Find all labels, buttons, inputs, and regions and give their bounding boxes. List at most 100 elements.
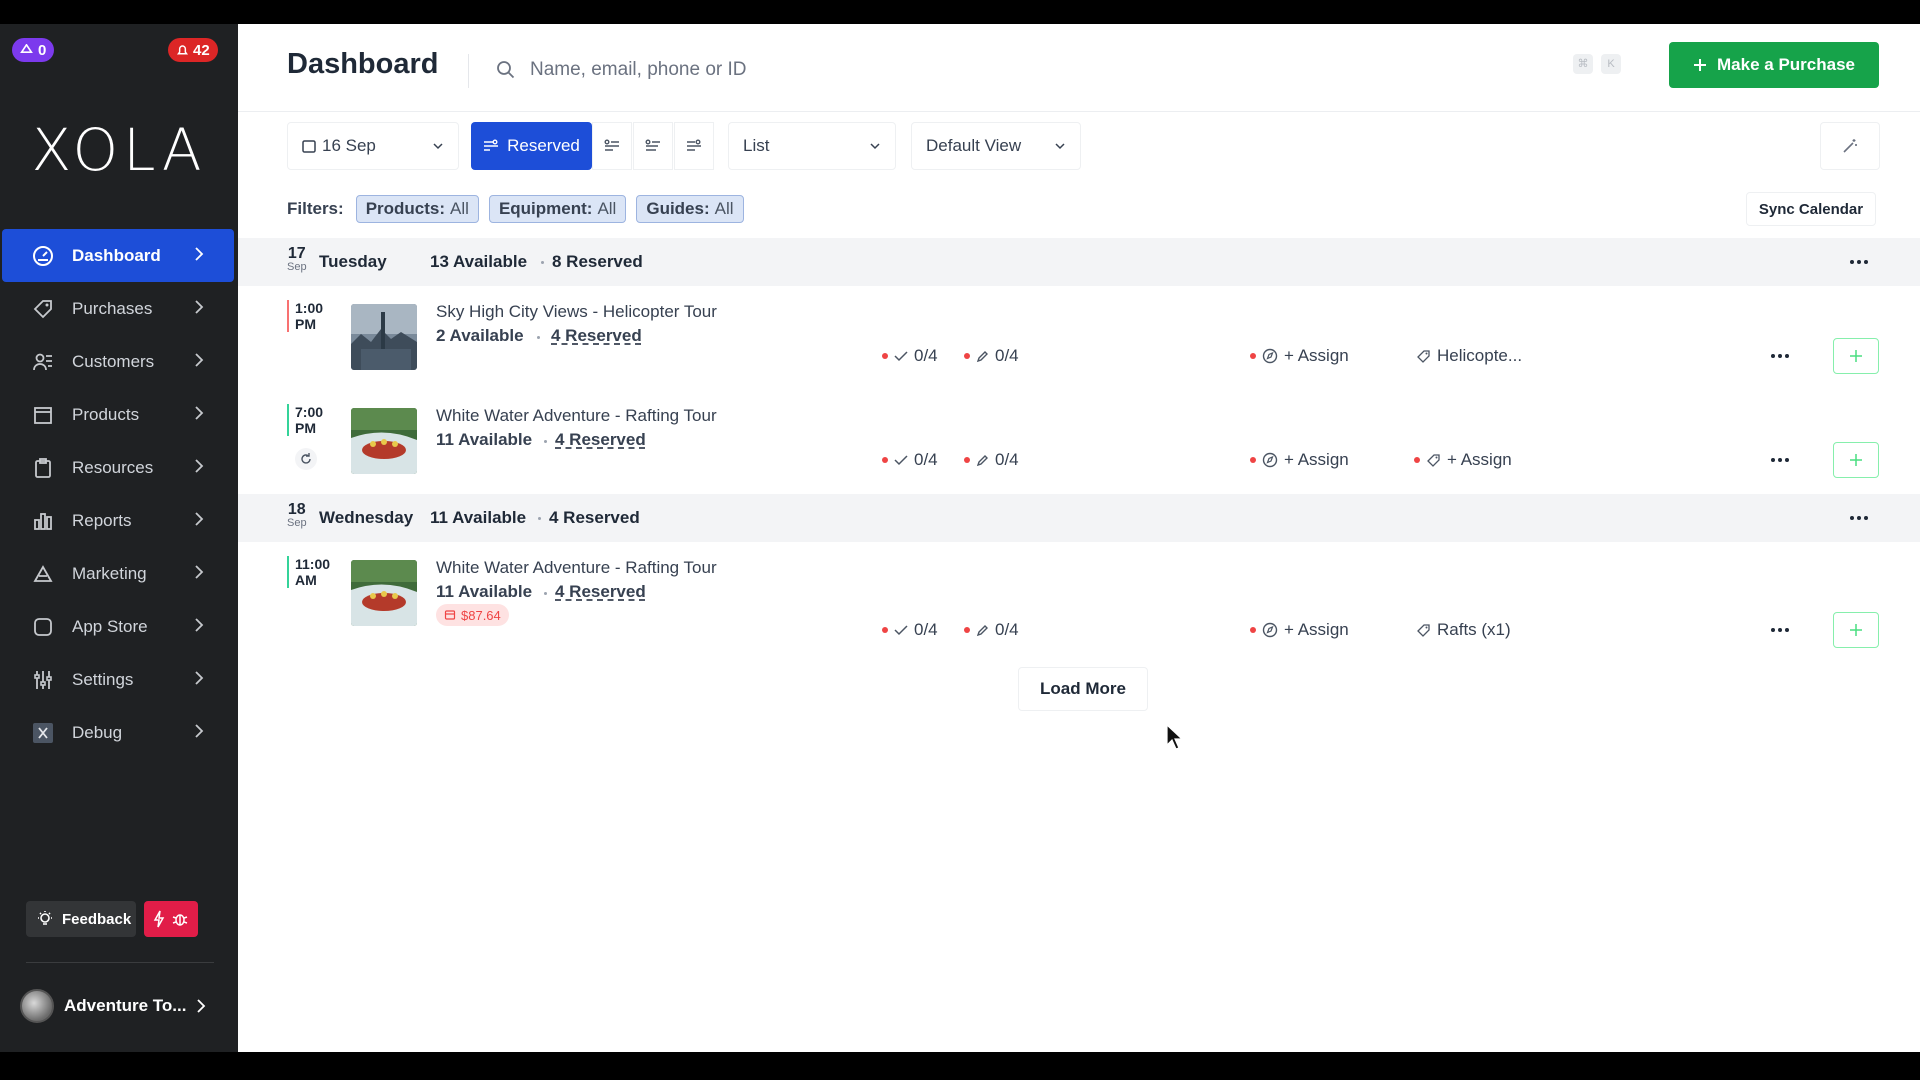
day-date: 17 Sep — [287, 246, 307, 273]
sidebar-item-products[interactable]: Products — [2, 388, 234, 441]
assign-guide-label: + Assign — [1284, 620, 1349, 639]
sidebar-item-customers[interactable]: Customers — [2, 335, 234, 388]
day-more-button[interactable] — [1844, 508, 1874, 528]
status-dot — [1250, 353, 1256, 359]
xola-logo[interactable]: XOLA — [0, 116, 238, 184]
filter-option-button-3[interactable] — [674, 122, 714, 170]
event-more-button[interactable] — [1765, 450, 1795, 470]
load-more-button[interactable]: Load More — [1018, 667, 1148, 711]
event-available: 11 Available — [436, 582, 533, 601]
users-icon — [30, 351, 56, 373]
sidebar-item-settings[interactable]: Settings — [2, 653, 234, 706]
filter-option-button-2[interactable] — [633, 122, 673, 170]
check-in-count: 0/4 — [914, 450, 938, 469]
alerts-badge[interactable]: 42 — [168, 38, 218, 62]
sidebar-item-dashboard[interactable]: Dashboard — [2, 229, 234, 282]
saved-view-dropdown[interactable]: Default View — [911, 122, 1081, 170]
list-item[interactable]: 11:00 AM White Water Adventure - Rafting… — [238, 542, 1920, 648]
notifications-badge[interactable]: 0 — [12, 38, 55, 62]
search-input[interactable] — [530, 59, 1230, 81]
list-item[interactable]: 1:00 PM Sky High City Views - Helicopter… — [238, 286, 1920, 386]
event-title[interactable]: White Water Adventure - Rafting Tour — [436, 406, 717, 426]
sidebar-item-resources[interactable]: Resources — [2, 441, 234, 494]
filter-option-button-1[interactable] — [592, 122, 632, 170]
status-dot — [1414, 457, 1420, 463]
alert-bell-icon — [176, 44, 189, 54]
day-header: 18 Sep Wednesday 11 Available 4 Reserved — [238, 494, 1920, 542]
filter-chip-equipment[interactable]: Equipment: All — [488, 195, 627, 223]
equipment-assignment[interactable]: Rafts (x1) — [1416, 620, 1511, 640]
filters-bar: Filters: Products: All Equipment: All Guid… — [287, 195, 744, 223]
account-switcher[interactable]: Adventure To... — [20, 986, 230, 1026]
event-reserved-link[interactable]: 4 Reserved — [555, 582, 646, 602]
assign-guide-button[interactable]: + Assign — [1250, 346, 1349, 366]
check-in-status[interactable]: 0/4 — [882, 450, 938, 470]
waiver-status[interactable]: 0/4 — [964, 346, 1019, 366]
sidebar-item-label: Reports — [72, 510, 132, 530]
add-booking-button[interactable] — [1833, 338, 1879, 374]
pencil-icon — [976, 454, 988, 466]
chevron-right-icon — [195, 247, 204, 261]
list-item[interactable]: 7:00 PM White Water Adventure - Rafting … — [238, 390, 1920, 490]
event-reserved-link[interactable]: 4 Reserved — [551, 326, 642, 346]
equipment-label: Rafts (x1) — [1437, 620, 1511, 639]
day-reserved: 8 Reserved — [552, 252, 643, 271]
filter-chip-guides[interactable]: Guides: All — [636, 195, 744, 223]
notifications-count: 0 — [38, 41, 47, 59]
sidebar-item-app-store[interactable]: App Store — [2, 600, 234, 653]
event-time-value: 7:00 — [295, 404, 324, 420]
equipment-assignment[interactable]: Helicopte... — [1416, 346, 1522, 366]
compass-icon — [1262, 452, 1278, 468]
report-bug-button[interactable] — [144, 901, 198, 937]
event-title[interactable]: Sky High City Views - Helicopter Tour — [436, 302, 717, 322]
list-filter-icon — [645, 139, 660, 151]
magic-wand-button[interactable] — [1820, 122, 1880, 170]
status-dot — [882, 627, 888, 633]
search-icon — [497, 61, 515, 79]
sidebar-item-marketing[interactable]: Marketing — [2, 547, 234, 600]
assign-guide-button[interactable]: + Assign — [1250, 450, 1349, 470]
add-booking-button[interactable] — [1833, 442, 1879, 478]
chip-key: Equipment: — [498, 199, 593, 218]
filter-lines-icon — [484, 139, 499, 151]
waiver-count: 0/4 — [995, 346, 1019, 365]
add-booking-button[interactable] — [1833, 612, 1879, 648]
waiver-status[interactable]: 0/4 — [964, 450, 1019, 470]
check-in-status[interactable]: 0/4 — [882, 620, 938, 640]
make-purchase-button[interactable]: Make a Purchase — [1669, 42, 1879, 88]
date-picker[interactable]: 16 Sep — [287, 122, 459, 170]
filters-label: Filters: — [287, 199, 344, 218]
sidebar-item-reports[interactable]: Reports — [2, 494, 234, 547]
sidebar-item-label: Purchases — [72, 298, 153, 318]
event-title[interactable]: White Water Adventure - Rafting Tour — [436, 558, 717, 578]
chevron-right-icon — [195, 618, 204, 632]
event-reserved-link[interactable]: 4 Reserved — [555, 430, 646, 450]
event-more-button[interactable] — [1765, 620, 1795, 640]
event-time: 1:00 PM — [287, 300, 323, 332]
day-name: Wednesday — [319, 508, 414, 527]
assign-guide-button[interactable]: + Assign — [1250, 620, 1349, 640]
tag-icon — [1427, 453, 1440, 467]
day-more-button[interactable] — [1844, 252, 1874, 272]
sync-calendar-button[interactable]: Sync Calendar — [1746, 192, 1876, 226]
chevron-right-icon — [195, 724, 204, 738]
compass-icon — [1262, 348, 1278, 364]
check-in-status[interactable]: 0/4 — [882, 346, 938, 366]
reserved-filter-button[interactable]: Reserved — [471, 122, 592, 170]
view-mode-dropdown[interactable]: List — [728, 122, 896, 170]
sidebar-item-debug[interactable]: Debug — [2, 706, 234, 759]
day-available: 13 Available — [430, 252, 528, 271]
assign-equipment-button[interactable]: + Assign — [1414, 450, 1512, 470]
waiver-count: 0/4 — [995, 450, 1019, 469]
filter-chip-products[interactable]: Products: All — [355, 195, 479, 223]
event-time: 11:00 AM — [287, 556, 330, 588]
sidebar-item-purchases[interactable]: Purchases — [2, 282, 234, 335]
waiver-status[interactable]: 0/4 — [964, 620, 1019, 640]
event-more-button[interactable] — [1765, 346, 1795, 366]
feedback-button[interactable]: Feedback — [26, 901, 136, 937]
unpaid-balance-badge[interactable]: $87.64 — [436, 604, 509, 626]
event-time-value: 1:00 — [295, 300, 324, 316]
plus-icon — [1850, 624, 1862, 636]
event-thumbnail — [351, 304, 417, 370]
main-content: Dashboard ⌘ K Make a Purchase 16 Sep Res… — [238, 24, 1920, 1052]
